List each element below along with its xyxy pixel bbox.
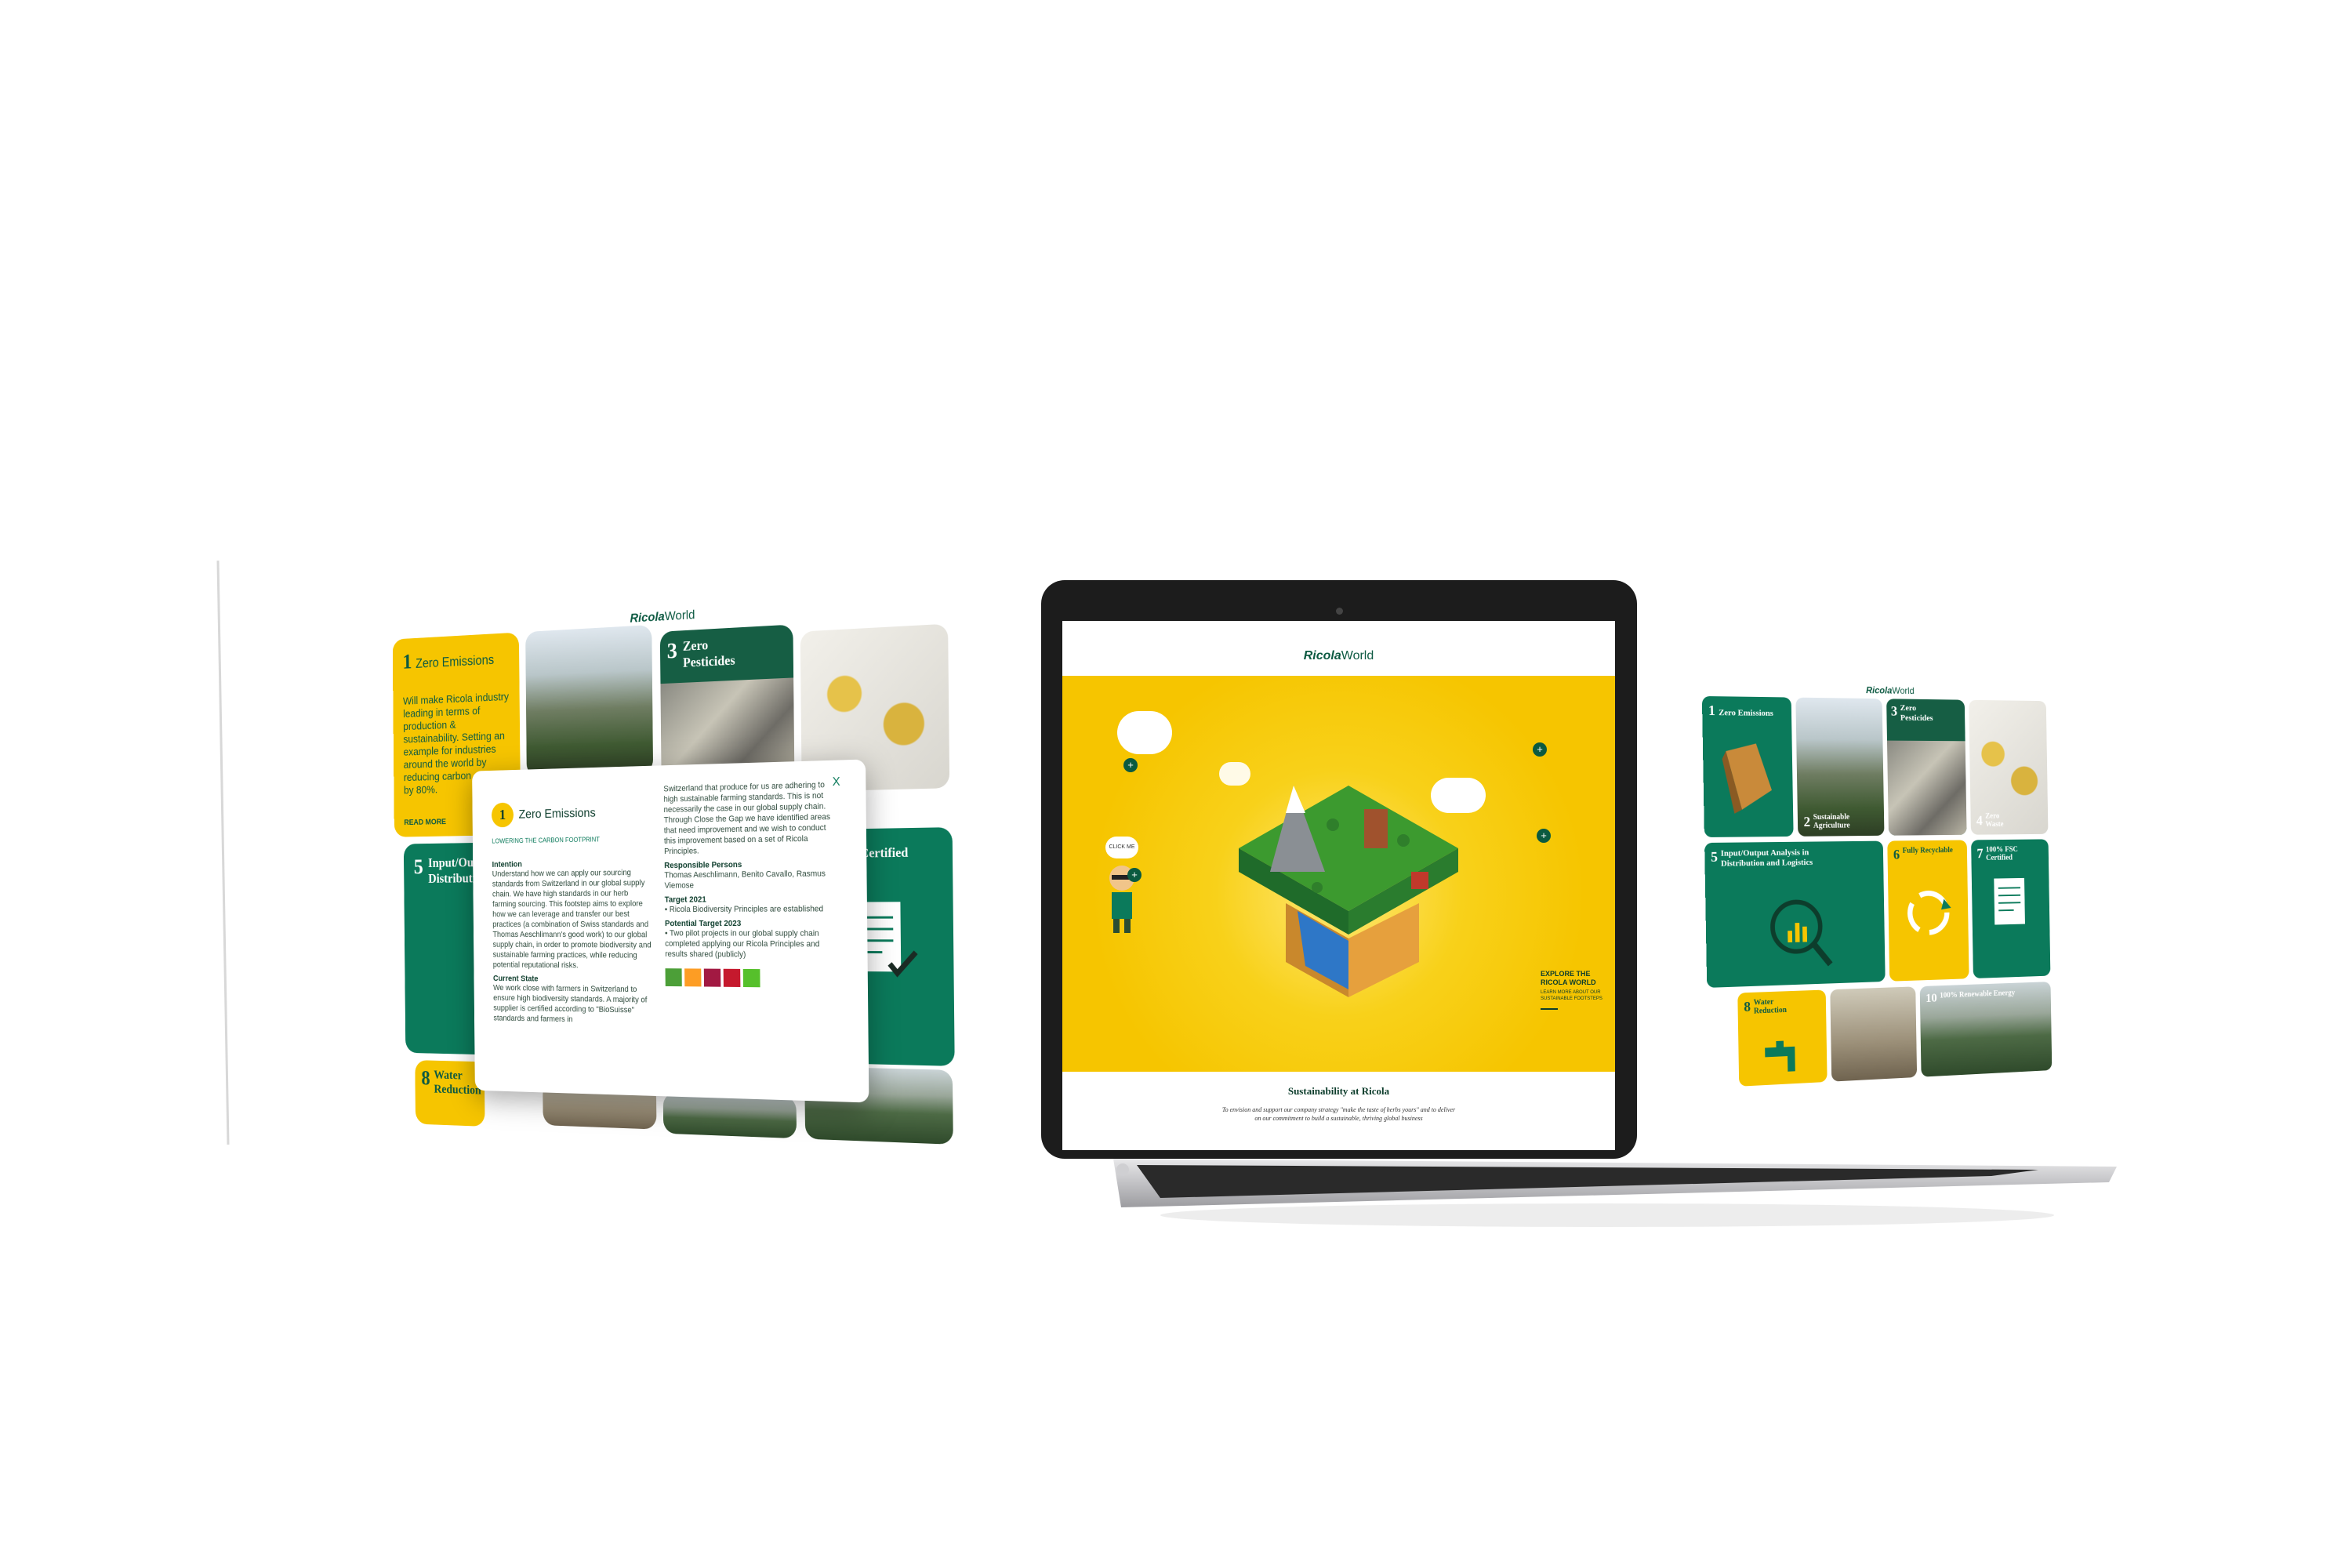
tile-title: Zero Waste (1985, 811, 2004, 829)
right-screen-mockup: RicolaWorld 1 Zero Emissions 2 Sustainab… (1701, 681, 2069, 1090)
sdg-badge-icon (742, 968, 760, 988)
plus-button[interactable]: + (1537, 829, 1551, 843)
popup-subtitle: LOWERING THE CARBON FOOTPRINT (492, 835, 600, 845)
tile-number: 5 (1711, 848, 1719, 865)
tile-input-output[interactable]: 5 Input/Output Analysis in Distribution … (1704, 840, 1886, 988)
popup-title: Zero Emissions (518, 805, 596, 822)
laptop-screen: RicolaWorld CLICK ME + + + + EXPLORE THE… (1062, 621, 1615, 1150)
tile-number: 1 (1708, 702, 1715, 719)
ricola-world-logo: RicolaWorld (1062, 649, 1615, 663)
explore-underline (1541, 1008, 1558, 1010)
tile-zero-pesticides[interactable]: 3 Zero Pesticides (659, 624, 795, 781)
plus-button[interactable]: + (1533, 742, 1547, 757)
sdg-badge-icon (684, 968, 702, 987)
tile-number: 3 (1890, 703, 1898, 719)
tile-title: Fully Recyclable (1902, 846, 1953, 855)
divider-line (216, 561, 230, 1145)
logo-main-text: Ricola (630, 609, 665, 626)
tile-number: 7 (1976, 845, 1984, 862)
logo-sub-text: World (1341, 649, 1374, 662)
plus-button[interactable]: + (1127, 868, 1142, 882)
caption-title: Sustainability at Ricola (1287, 1085, 1390, 1097)
logo-main-text: Ricola (1303, 649, 1341, 662)
tile-title: 100% FSC Certified (1985, 845, 2018, 862)
read-more-link[interactable]: READ MORE (404, 818, 446, 827)
isometric-island-icon (1231, 754, 1466, 1013)
person-photo (1830, 986, 1918, 1082)
tile-renewable-energy[interactable]: 10 100% Renewable Energy (1919, 982, 2053, 1077)
factory-photo (1886, 740, 1967, 836)
intention-text: Understand how we can apply our sourcing… (492, 868, 652, 971)
tile-title: Input/Output Analysis in Distribution an… (1720, 848, 1813, 869)
recycle-icon (1903, 885, 1955, 941)
explore-subtitle: LEARN MORE ABOUT OUR SUSTAINABLE FOOTSTE… (1541, 990, 1602, 1001)
tile-number: 3 (666, 638, 678, 664)
caption-text: To envision and support our company stra… (1221, 1106, 1456, 1122)
target-2021-heading: Target 2021 (664, 895, 706, 905)
tile-number: 2 (1803, 814, 1811, 829)
ricola-world-logo: RicolaWorld (630, 608, 695, 626)
tile-zero-pesticides[interactable]: 3 Zero Pesticides (1886, 699, 1967, 836)
tile-title: Zero Pesticides (1900, 703, 1933, 723)
laptop-shadow (1160, 1203, 2054, 1227)
sdg-badges (665, 968, 835, 988)
target-2021-text: • Ricola Biodiversity Principles are est… (664, 904, 824, 914)
tile-sustainable-agriculture[interactable]: 2 Sustainable Agriculture (1795, 697, 1885, 837)
magnifier-chart-icon (1766, 895, 1835, 975)
laptop-camera-icon (1336, 608, 1343, 615)
tile-title: 100% Renewable Energy (1940, 989, 2016, 1000)
tile-number: 4 (1976, 812, 1983, 829)
responsible-persons-text: Thomas Aeschlimann, Benito Cavallo, Rasm… (664, 869, 826, 891)
water-tap-icon (1761, 1038, 1806, 1079)
logo-main-text: Ricola (1865, 684, 1893, 696)
tile-number: 5 (413, 855, 423, 879)
potential-target-heading: Potential Target 2023 (664, 919, 742, 928)
tile-fsc-certified[interactable]: 7 100% FSC Certified (1971, 839, 2051, 979)
tile-number: 6 (1893, 847, 1900, 862)
tile-title: Zero Pesticides (682, 637, 735, 670)
tile-title: Zero Emissions (416, 652, 495, 671)
tile-fully-recyclable[interactable]: 6 Fully Recyclable (1887, 840, 1969, 982)
tile-number: 8 (1744, 998, 1751, 1015)
sdg-badge-icon (665, 968, 682, 987)
current-state-text: We work close with farmers in Switzerlan… (493, 983, 648, 1025)
tile-zero-emissions[interactable]: 1 Zero Emissions (1701, 695, 1794, 838)
tile-number: 8 (421, 1067, 430, 1090)
crate-icon (1722, 743, 1776, 814)
ricola-world-logo: RicolaWorld (1866, 684, 1915, 696)
tile-title: Zero Emissions (1719, 708, 1773, 718)
certificate-icon (1992, 877, 2027, 929)
sdg-badge-icon (703, 968, 721, 987)
logo-sub-text: World (1892, 684, 1915, 696)
plus-button[interactable]: + (1123, 758, 1138, 772)
sdg-badge-icon (723, 968, 741, 987)
cloud-icon (1117, 711, 1172, 754)
click-me-bubble[interactable]: CLICK ME (1105, 837, 1138, 858)
mountain-photo (525, 624, 654, 777)
tile-title: Water Reduction (434, 1067, 481, 1098)
continued-text: Switzerland that produce for us are adhe… (663, 780, 831, 856)
tile-title: Water Reduction (1753, 997, 1788, 1016)
tile-title: Sustainable Agriculture (1813, 812, 1850, 830)
popup-number-badge: 1 (491, 802, 514, 828)
tile-number: 1 (402, 649, 412, 674)
popup-close-button[interactable]: X (833, 775, 840, 789)
tile-water-reduction[interactable]: 8 Water Reduction (1737, 989, 1828, 1087)
tile-zero-waste[interactable]: 4 Zero Waste (1969, 699, 2049, 835)
potential-target-text: • Two pilot projects in our global suppl… (665, 928, 820, 960)
hero-map: CLICK ME + + + + EXPLORE THE RICOLA WORL… (1062, 676, 1615, 1072)
logo-sub-text: World (664, 607, 695, 624)
explore-title: EXPLORE THE RICOLA WORLD (1541, 970, 1596, 986)
left-screen-mockup: RicolaWorld 1 Zero Emissions Will make R… (392, 592, 960, 1145)
zero-emissions-popup: X 1 Zero Emissions LOWERING THE CARBON F… (472, 759, 869, 1103)
tile-number: 10 (1926, 992, 1937, 1005)
